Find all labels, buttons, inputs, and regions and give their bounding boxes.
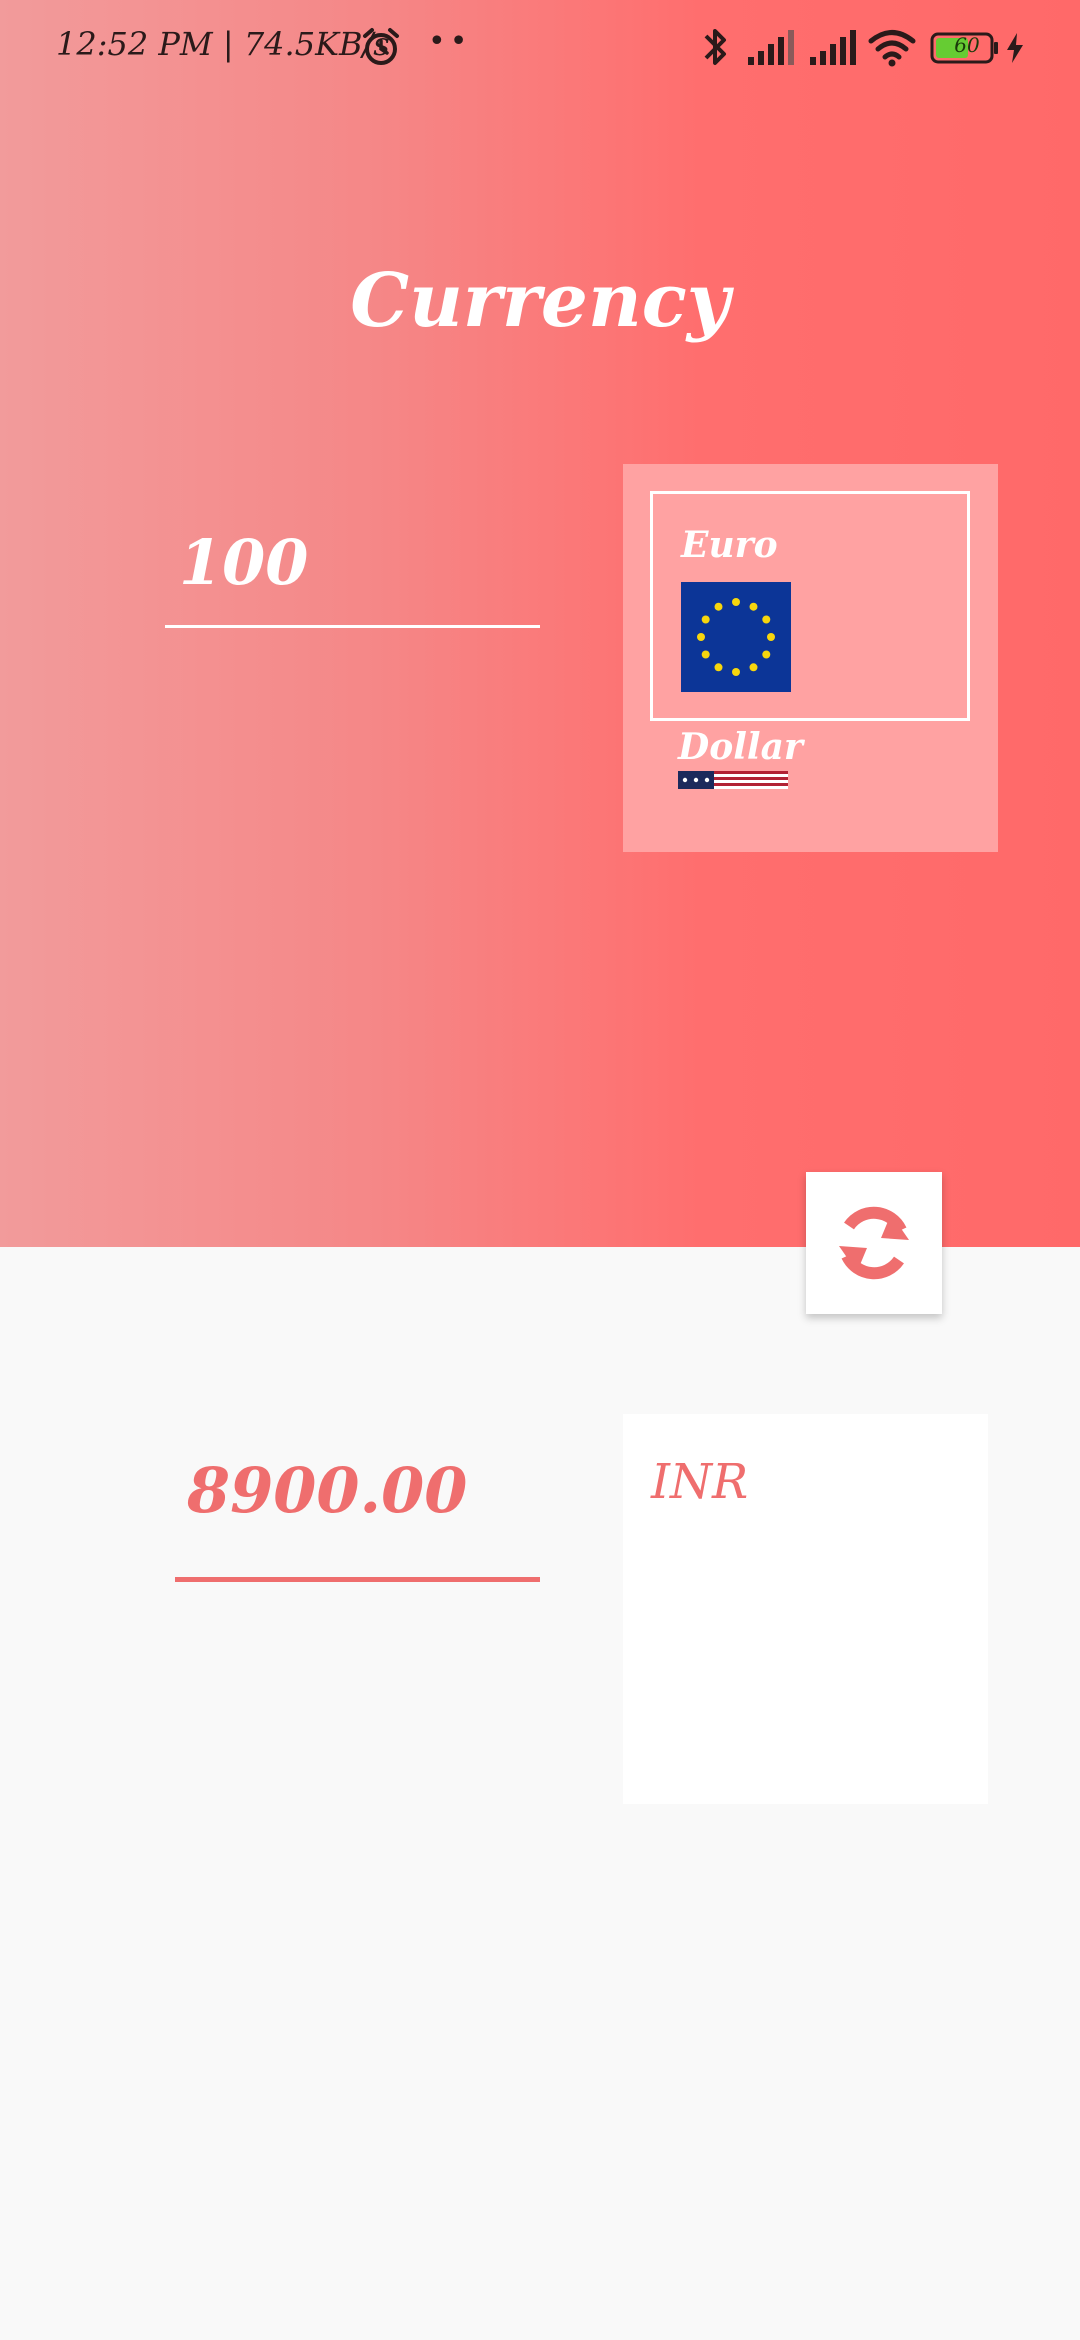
currency-option-euro[interactable]: Euro (650, 491, 970, 721)
currency-label-euro: Euro (681, 524, 778, 566)
status-bar: 12:52 PM | 74.5KB/s •• 60 (0, 0, 1080, 95)
eu-flag-icon (681, 582, 791, 692)
to-currency-selector[interactable]: INR (623, 1414, 988, 1804)
currency-option-dollar[interactable]: Dollar (650, 726, 970, 836)
wifi-icon (868, 30, 916, 67)
result-output: 8900.00 (175, 1448, 540, 1582)
to-currency-label: INR (651, 1454, 749, 1510)
notification-dots: •• (428, 24, 472, 59)
charging-icon (1007, 33, 1023, 63)
us-flag-icon (678, 771, 788, 789)
amount-input[interactable] (165, 500, 540, 628)
currency-label-dollar: Dollar (678, 726, 803, 768)
signal-icon (748, 30, 794, 65)
battery-level-text: 60 (954, 33, 980, 57)
swap-button[interactable] (806, 1172, 942, 1314)
app-title: Currency (350, 258, 730, 344)
bluetooth-icon (704, 29, 726, 65)
alarm-icon (363, 28, 399, 65)
sync-icon (839, 1206, 909, 1280)
from-currency-selector: Euro Dollar (623, 464, 998, 852)
signal-icon (810, 30, 856, 65)
status-time-speed: 12:52 PM | 74.5KB/s (56, 25, 390, 63)
